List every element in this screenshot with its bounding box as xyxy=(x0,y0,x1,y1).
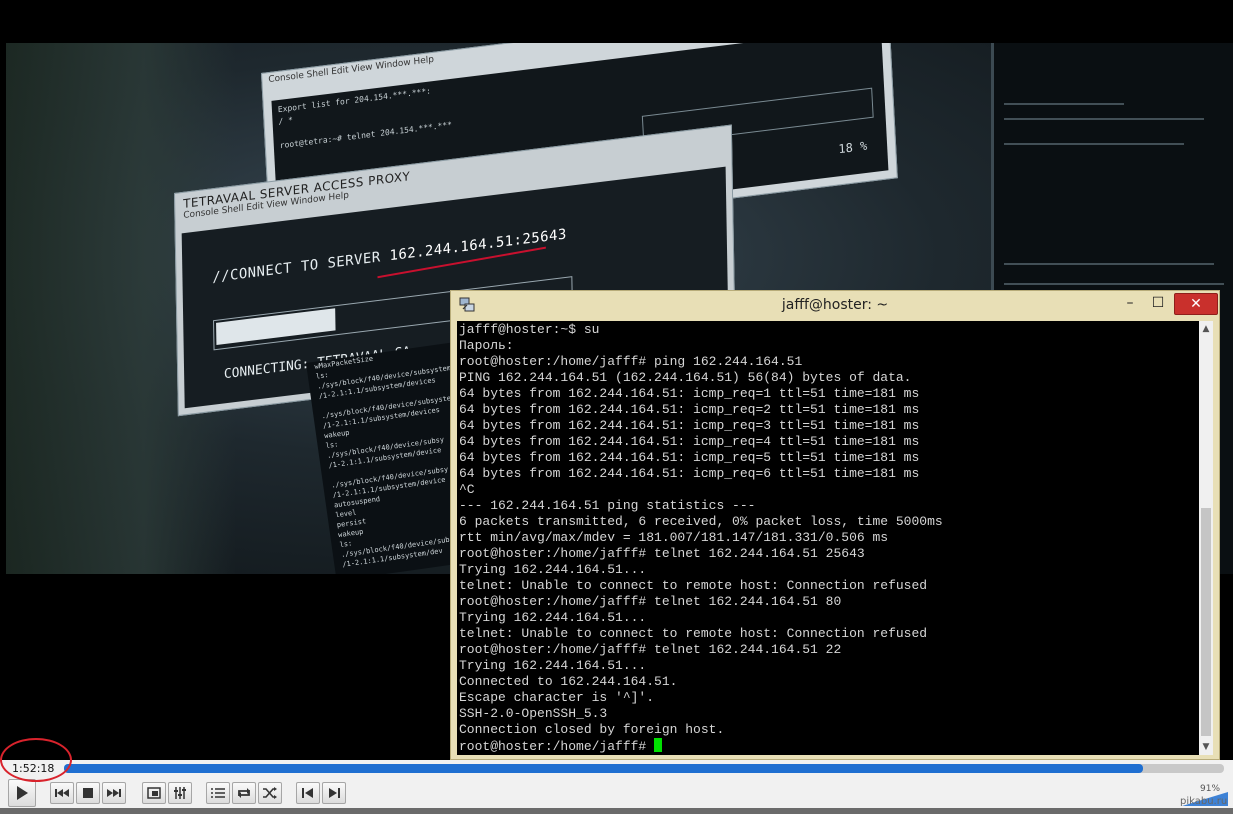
volume-level: 91% xyxy=(1200,784,1221,794)
terminal-line: 64 bytes from 162.244.164.51: icmp_req=1… xyxy=(459,386,920,401)
terminal-line: 64 bytes from 162.244.164.51: icmp_req=3… xyxy=(459,418,920,433)
close-button[interactable]: ✕ xyxy=(1174,293,1218,315)
scroll-up-icon[interactable]: ▲ xyxy=(1199,321,1213,337)
terminal-line: SSH-2.0-OpenSSH_5.3 xyxy=(459,706,608,721)
terminal-line: root@hoster:/home/jafff# telnet 162.244.… xyxy=(459,642,842,657)
terminal-line: --- 162.244.164.51 ping statistics --- xyxy=(459,498,756,513)
skip-back-icon xyxy=(302,788,313,798)
terminal-line: 64 bytes from 162.244.164.51: icmp_req=4… xyxy=(459,434,920,449)
loop-button[interactable] xyxy=(232,782,256,804)
terminal-title: jafff@hoster: ~ xyxy=(781,297,889,313)
terminal-cursor xyxy=(654,738,663,752)
terminal-line: Trying 162.244.164.51... xyxy=(459,562,647,577)
loop-icon xyxy=(238,788,250,798)
scroll-down-icon[interactable]: ▼ xyxy=(1199,739,1213,755)
taskbar-strip xyxy=(0,808,1233,814)
previous-chapter-button[interactable] xyxy=(50,782,74,804)
terminal-line: root@hoster:/home/jafff# telnet 162.244.… xyxy=(459,594,842,609)
terminal-line: jafff@hoster:~$ su xyxy=(459,322,600,337)
terminal-line: root@hoster:/home/jafff# ping 162.244.16… xyxy=(459,354,803,369)
terminal-titlebar[interactable]: jafff@hoster: ~ – ☐ ✕ xyxy=(451,291,1219,321)
play-button[interactable] xyxy=(8,779,36,807)
play-icon xyxy=(17,786,28,800)
playlist-button[interactable] xyxy=(206,782,230,804)
terminal-line: 64 bytes from 162.244.164.51: icmp_req=5… xyxy=(459,450,920,465)
fullscreen-button[interactable] xyxy=(142,782,166,804)
watermark: pikabu.ru xyxy=(1180,796,1228,807)
player-control-bar: 1:52:18 91% pikabu.ru xyxy=(0,760,1233,814)
shuffle-button[interactable] xyxy=(258,782,282,804)
equalizer-icon xyxy=(174,787,186,799)
terminal-line: 6 packets transmitted, 6 received, 0% pa… xyxy=(459,514,943,529)
terminal-line: PING 162.244.164.51 (162.244.164.51) 56(… xyxy=(459,370,912,385)
terminal-prompt-line[interactable]: root@hoster:/home/jafff# xyxy=(457,738,1199,755)
terminal-line: rtt min/avg/max/mdev = 181.007/181.147/1… xyxy=(459,530,889,545)
terminal-line: 64 bytes from 162.244.164.51: icmp_req=6… xyxy=(459,466,920,481)
video-back-percent: 18 % xyxy=(838,138,868,157)
fast-forward-icon xyxy=(107,789,121,797)
terminal-window[interactable]: jafff@hoster: ~ – ☐ ✕ jafff@hoster:~$ su… xyxy=(450,290,1220,760)
terminal-line: Escape character is '^]'. xyxy=(459,690,655,705)
terminal-line: Trying 162.244.164.51... xyxy=(459,610,647,625)
fullscreen-icon xyxy=(147,787,161,799)
terminal-line: telnet: Unable to connect to remote host… xyxy=(459,626,928,641)
red-circle-annotation xyxy=(0,738,72,782)
seek-bar[interactable] xyxy=(64,764,1224,773)
seek-bar-fill xyxy=(64,764,1143,773)
extended-settings-button[interactable] xyxy=(168,782,192,804)
next-chapter-button[interactable] xyxy=(102,782,126,804)
terminal-line: Пароль: xyxy=(459,338,514,353)
scrollbar-thumb[interactable] xyxy=(1201,508,1211,736)
stop-button[interactable] xyxy=(76,782,100,804)
terminal-line: root@hoster:/home/jafff# telnet 162.244.… xyxy=(459,546,865,561)
maximize-button[interactable]: ☐ xyxy=(1145,293,1171,313)
terminal-line: Connected to 162.244.164.51. xyxy=(459,674,678,689)
terminal-line: telnet: Unable to connect to remote host… xyxy=(459,578,928,593)
terminal-line: 64 bytes from 162.244.164.51: icmp_req=2… xyxy=(459,402,920,417)
terminal-screen[interactable]: jafff@hoster:~$ su Пароль: root@hoster:/ho… xyxy=(457,321,1199,755)
terminal-line: ^C xyxy=(459,482,475,497)
terminal-prompt: root@hoster:/home/jafff# xyxy=(459,739,655,754)
terminal-line: Connection closed by foreign host. xyxy=(459,722,725,737)
next-frame-button[interactable] xyxy=(322,782,346,804)
terminal-line: Trying 162.244.164.51... xyxy=(459,658,647,673)
minimize-button[interactable]: – xyxy=(1117,293,1143,313)
stop-icon xyxy=(83,788,93,798)
playlist-icon xyxy=(211,788,225,798)
rewind-icon xyxy=(55,789,69,797)
terminal-scrollbar[interactable]: ▲ ▼ xyxy=(1199,321,1213,755)
skip-forward-icon xyxy=(329,788,340,798)
previous-frame-button[interactable] xyxy=(296,782,320,804)
video-connect-line: //CONNECT TO SERVER 162.244.164.51:25643 xyxy=(212,226,567,287)
shuffle-icon xyxy=(263,787,277,799)
